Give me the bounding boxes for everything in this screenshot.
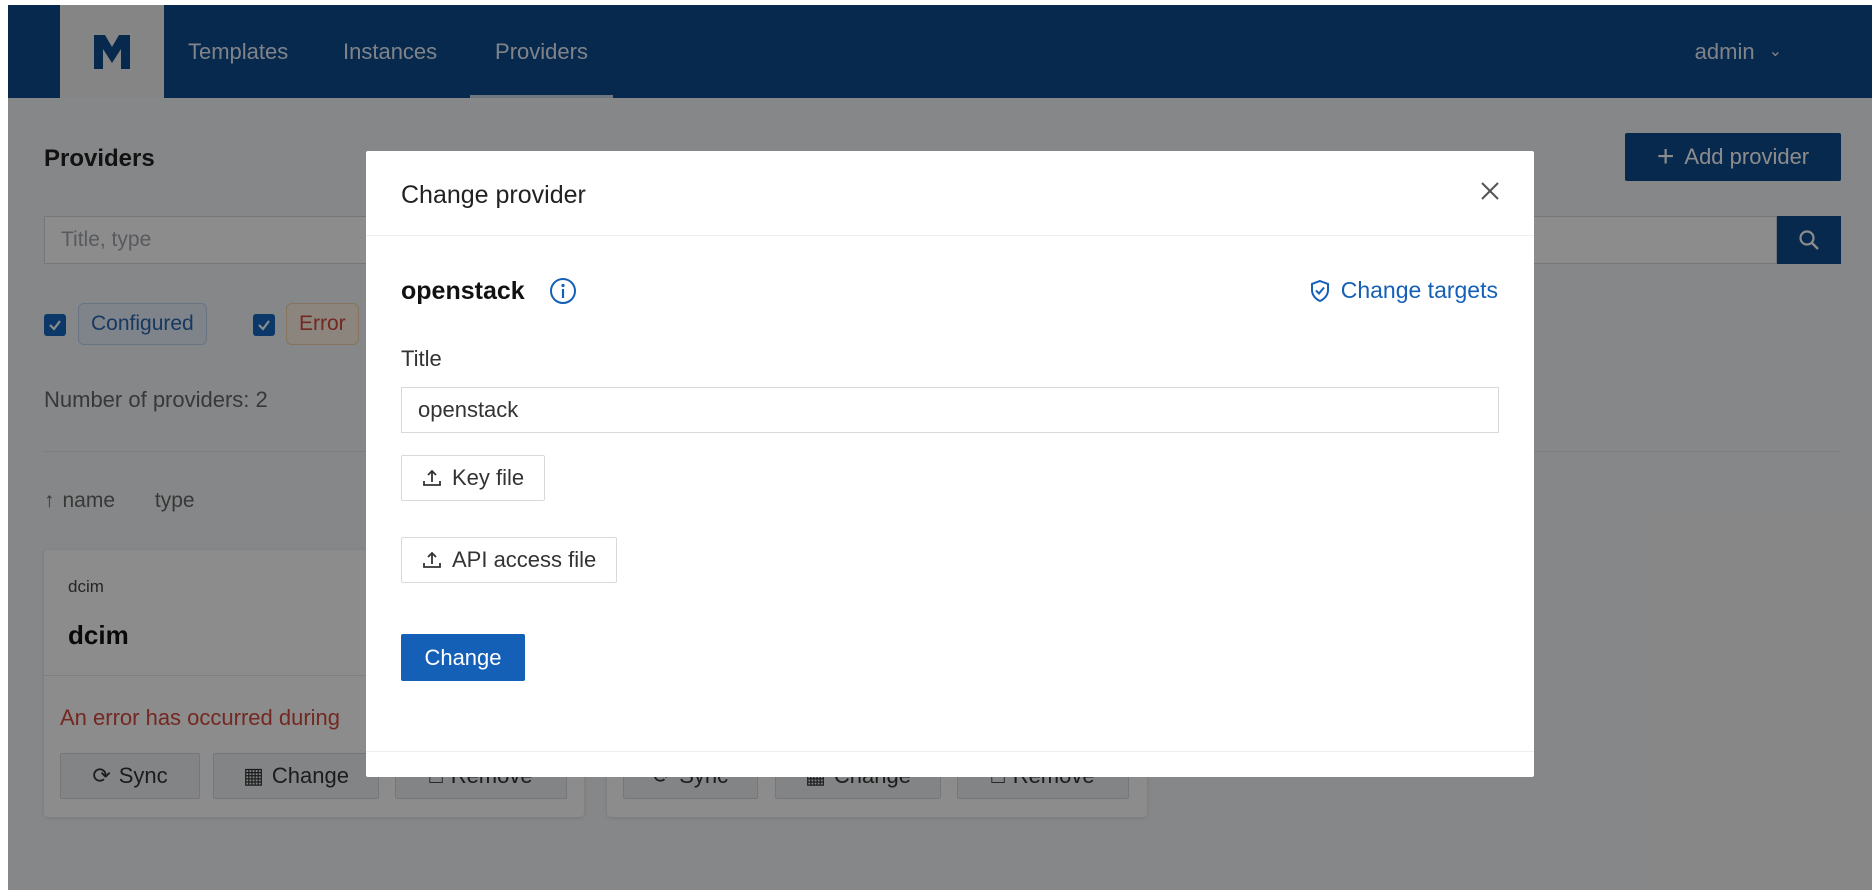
modal-header-divider: [366, 235, 1534, 236]
submit-change-button[interactable]: Change: [401, 634, 525, 681]
api-access-file-label: API access file: [452, 547, 597, 572]
title-field[interactable]: [401, 387, 1499, 433]
change-provider-modal: Change provider openstack Change targets…: [366, 151, 1534, 777]
provider-name-heading: openstack: [401, 277, 525, 305]
shield-check-icon: [1310, 279, 1329, 302]
change-targets-label: Change targets: [1340, 277, 1498, 303]
modal-footer-divider: [366, 751, 1534, 752]
key-file-label: Key file: [452, 465, 525, 490]
key-file-button[interactable]: Key file: [401, 455, 546, 501]
upload-icon: [423, 551, 441, 568]
title-label: Title: [401, 346, 442, 371]
close-icon: [1481, 182, 1499, 200]
upload-icon: [423, 469, 441, 486]
modal-title: Change provider: [401, 181, 586, 209]
api-access-file-button[interactable]: API access file: [401, 537, 618, 583]
app: Templates Instances Providers admin ⌄ Pro…: [8, 5, 1872, 890]
close-button[interactable]: [1474, 175, 1506, 207]
info-icon[interactable]: [549, 277, 577, 305]
change-targets-link[interactable]: Change targets: [1309, 277, 1498, 304]
